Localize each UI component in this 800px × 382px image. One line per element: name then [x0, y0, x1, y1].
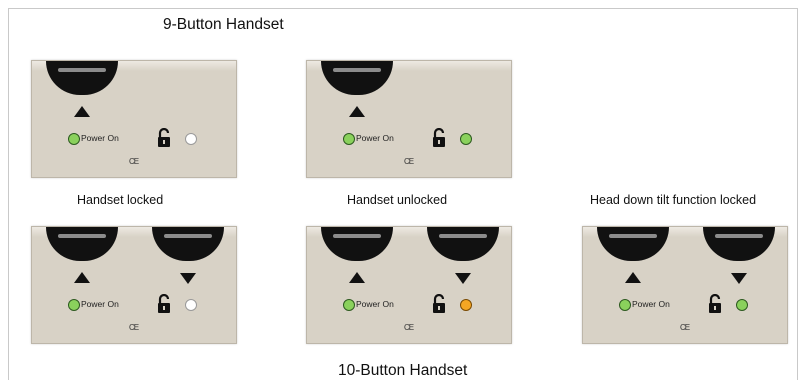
caption-handset-unlocked: Handset unlocked [347, 193, 448, 207]
status-led-green [736, 299, 748, 311]
power-on-led [619, 299, 631, 311]
power-on-label: Power On [356, 299, 394, 309]
raise-button [321, 227, 393, 261]
caption-handset-locked: Handset locked [77, 193, 164, 207]
up-arrow-icon [74, 106, 90, 117]
nine-button-title: 9-Button Handset [163, 16, 284, 33]
raise-button [46, 61, 118, 95]
ce-mark-icon: CE [129, 323, 139, 332]
power-on-label: Power On [81, 133, 119, 143]
ce-mark-icon: CE [404, 157, 414, 166]
up-arrow-icon [349, 106, 365, 117]
down-arrow-icon [731, 273, 747, 284]
status-led-amber [460, 299, 472, 311]
panel-10-tilt-locked: Power On CE [582, 226, 788, 344]
panel-10-locked: Power On CE [31, 226, 237, 344]
status-led-white [185, 299, 197, 311]
panel-9-unlocked: Power On CE [306, 60, 512, 178]
status-led-green [460, 133, 472, 145]
panel-9-locked: Power On CE [31, 60, 237, 178]
raise-button [46, 227, 118, 261]
lower-button [152, 227, 224, 261]
power-on-led [68, 299, 80, 311]
panel-10-unlocked: Power On CE [306, 226, 512, 344]
power-on-label: Power On [632, 299, 670, 309]
lock-icon [158, 128, 170, 147]
power-on-label: Power On [356, 133, 394, 143]
raise-button [321, 61, 393, 95]
ten-button-title: 10-Button Handset [338, 362, 468, 379]
up-arrow-icon [349, 272, 365, 283]
ce-mark-icon: CE [404, 323, 414, 332]
down-arrow-icon [455, 273, 471, 284]
lock-icon [158, 294, 170, 313]
lock-icon [709, 294, 721, 313]
status-led-white [185, 133, 197, 145]
power-on-led [343, 299, 355, 311]
power-on-led [343, 133, 355, 145]
power-on-label: Power On [81, 299, 119, 309]
caption-tilt-locked: Head down tilt function locked [590, 193, 757, 207]
lock-icon [433, 294, 445, 313]
ce-mark-icon: CE [129, 157, 139, 166]
ce-mark-icon: CE [680, 323, 690, 332]
down-arrow-icon [180, 273, 196, 284]
power-on-led [68, 133, 80, 145]
lock-icon [433, 128, 445, 147]
up-arrow-icon [74, 272, 90, 283]
raise-button [597, 227, 669, 261]
lower-button [703, 227, 775, 261]
lower-button [427, 227, 499, 261]
up-arrow-icon [625, 272, 641, 283]
